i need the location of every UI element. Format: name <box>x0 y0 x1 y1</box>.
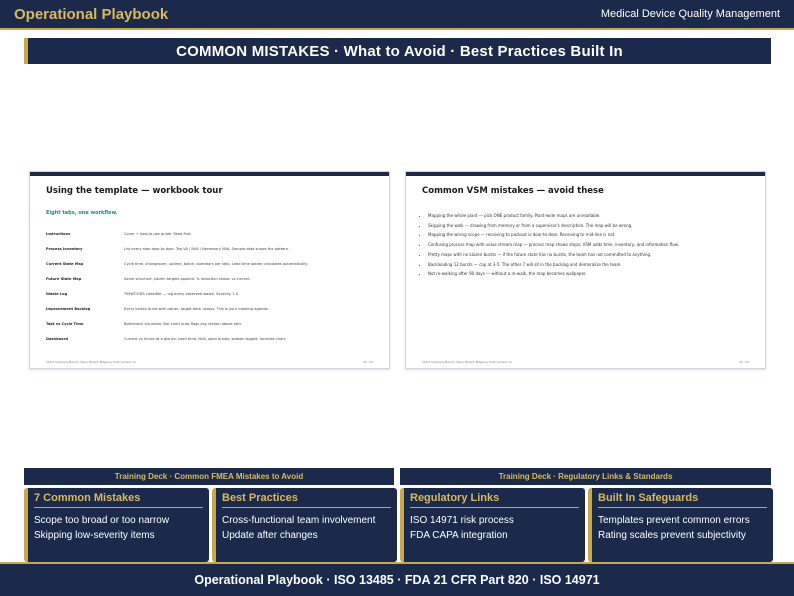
table-row: Dashboard Current vs future at a glance.… <box>46 331 376 346</box>
slide-footer-text: Client Company Name | Value Stream Mappi… <box>422 360 512 364</box>
table-row: Future State Map Same structure, kaizen … <box>46 271 376 286</box>
card-title: 7 Common Mistakes <box>34 492 203 508</box>
slide-top-rule <box>406 172 765 176</box>
tab-description: Bottleneck visualizer. Bar chart auto-fl… <box>124 321 243 326</box>
table-row: Instructions Cover + how-to-use guide. R… <box>46 226 376 241</box>
tab-description: Every kaizen burst with owner, target da… <box>124 306 269 311</box>
tab-name: Dashboard <box>46 336 68 341</box>
tab-description: TIMWOODS classifier — log every observed… <box>124 291 240 296</box>
slide-footer-text: Client Company Name | Value Stream Mappi… <box>46 360 136 364</box>
card-title: Best Practices <box>222 492 391 508</box>
slide-title: Using the template — workbook tour <box>46 186 223 196</box>
tab-name: Instructions <box>46 231 71 236</box>
footer-text: Operational Playbook · ISO 13485 · FDA 2… <box>194 573 600 587</box>
card-item: Cross-functional team involvement <box>222 515 376 526</box>
slide-page-number: 10 / 24 <box>363 360 373 364</box>
card-title: Built In Safeguards <box>598 492 767 508</box>
card-common-mistakes: 7 Common Mistakes Scope too broad or too… <box>24 488 209 562</box>
tab-name: Waste Log <box>46 291 68 296</box>
section-label: Training Deck · Regulatory Links & Stand… <box>498 472 673 481</box>
slide-thumbnail-workbook-tour[interactable]: Using the template — workbook tour Eight… <box>29 171 390 369</box>
top-header-bar: Operational Playbook Medical Device Qual… <box>0 0 794 30</box>
card-regulatory-links: Regulatory Links ISO 14971 risk process … <box>400 488 585 562</box>
tab-name: Improvement Backlog <box>46 306 91 311</box>
slide-footer: Client Company Name | Value Stream Mappi… <box>46 360 373 364</box>
section-label: Training Deck · Common FMEA Mistakes to … <box>114 472 304 481</box>
list-item: Mapping the wrong scope — receiving to p… <box>428 230 758 240</box>
table-row: Process Inventory List every step door-t… <box>46 241 376 256</box>
card-item: ISO 14971 risk process <box>410 515 514 526</box>
slide-subheading: Eight tabs, one workflow. <box>46 210 118 216</box>
list-item: Confusing process map with value stream … <box>428 240 758 250</box>
list-item: Not re-walking after 90 days — without a… <box>428 269 758 279</box>
tab-name: Future State Map <box>46 276 82 281</box>
card-item: FDA CAPA integration <box>410 530 508 541</box>
slide-top-rule <box>30 172 389 176</box>
slide-page-number: 22 / 24 <box>739 360 749 364</box>
tab-description: Cycle time, changeover, uptime, batch, o… <box>124 261 308 266</box>
card-item: Update after changes <box>222 530 318 541</box>
tab-description: Same structure, kaizen targets applied. … <box>124 276 251 281</box>
table-row: Improvement Backlog Every kaizen burst w… <box>46 301 376 316</box>
card-item: Skipping low-severity items <box>34 530 155 541</box>
list-item: Backloading 12 bursts — cap at 3-5. The … <box>428 260 758 270</box>
list-item: Mapping the whole plant — pick ONE produ… <box>428 211 758 221</box>
section-bar-regulatory-links: Training Deck · Regulatory Links & Stand… <box>400 468 771 485</box>
tab-name: Current State Map <box>46 261 84 266</box>
slide-footer: Client Company Name | Value Stream Mappi… <box>422 360 749 364</box>
title-banner: COMMON MISTAKES · What to Avoid · Best P… <box>24 38 771 64</box>
tab-description: List every step door-to-door. Tag VA / N… <box>124 246 290 251</box>
mistakes-list: Mapping the whole plant — pick ONE produ… <box>428 211 758 279</box>
brand-title: Operational Playbook <box>14 6 169 23</box>
table-row: Takt vs Cycle Time Bottleneck visualizer… <box>46 316 376 331</box>
section-bar-fmea-mistakes: Training Deck · Common FMEA Mistakes to … <box>24 468 394 485</box>
tab-name: Takt vs Cycle Time <box>46 321 84 326</box>
card-title: Regulatory Links <box>410 492 579 508</box>
workbook-tour-table: Instructions Cover + how-to-use guide. R… <box>46 226 376 346</box>
list-item: Pretty maps with no kaizen bursts — if t… <box>428 250 758 260</box>
card-item: Rating scales prevent subjectivity <box>598 530 746 541</box>
header-subtitle: Medical Device Quality Management <box>600 8 780 20</box>
list-item: Skipping the walk — drawing from memory … <box>428 221 758 231</box>
card-item: Scope too broad or too narrow <box>34 515 170 526</box>
card-best-practices: Best Practices Cross-functional team inv… <box>212 488 397 562</box>
table-row: Current State Map Cycle time, changeover… <box>46 256 376 271</box>
tab-description: Cover + how-to-use guide. Read first. <box>124 231 192 236</box>
tab-name: Process Inventory <box>46 246 83 251</box>
card-built-in-safeguards: Built In Safeguards Templates prevent co… <box>588 488 773 562</box>
banner-title: COMMON MISTAKES · What to Avoid · Best P… <box>176 42 623 60</box>
slide-title: Common VSM mistakes — avoid these <box>422 186 604 196</box>
tab-description: Current vs future at a glance. Lead time… <box>124 336 287 341</box>
table-row: Waste Log TIMWOODS classifier — log ever… <box>46 286 376 301</box>
slide-thumbnail-vsm-mistakes[interactable]: Common VSM mistakes — avoid these Mappin… <box>405 171 766 369</box>
footer-bar: Operational Playbook · ISO 13485 · FDA 2… <box>0 562 794 596</box>
card-item: Templates prevent common errors <box>598 515 750 526</box>
